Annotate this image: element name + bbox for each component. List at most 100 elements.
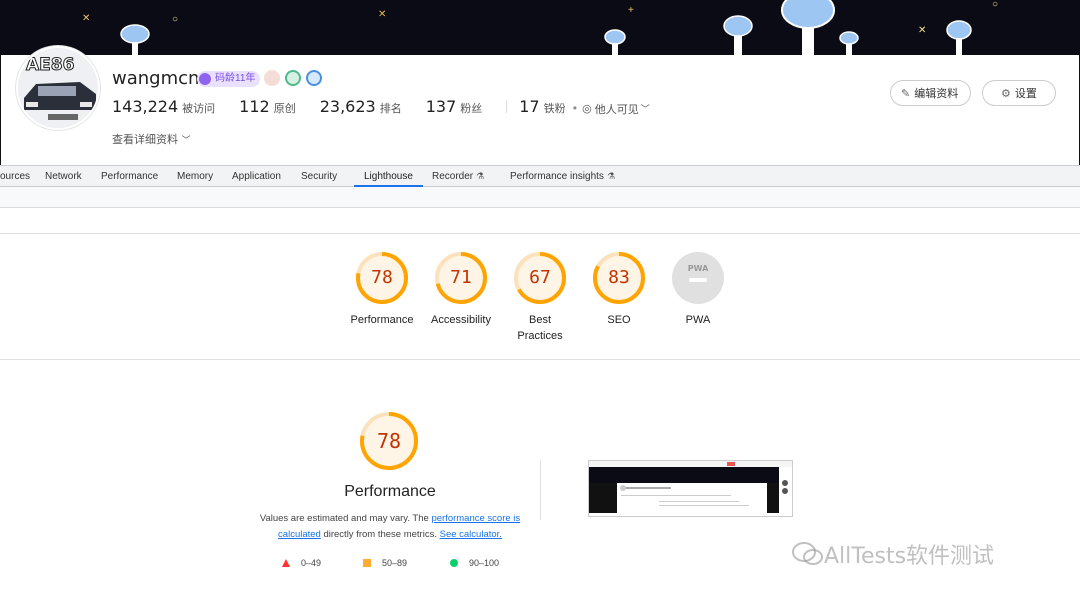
view-details-label: 查看详细资料 [112, 133, 178, 146]
gauge-label: SEO [607, 314, 631, 326]
legend-range: 0–49 [301, 558, 322, 568]
tab-memory[interactable]: Memory [177, 166, 213, 187]
stat-fans[interactable]: 137 粉丝 [426, 97, 483, 116]
visibility-selector[interactable]: • ◎ 他人可见 ﹀ [572, 101, 650, 117]
gauge-label-line: Best [528, 314, 551, 326]
legend-pass: 90–100 [449, 558, 499, 568]
gear-icon: ⚙ [1001, 86, 1011, 100]
stat-rank: 23,623 排名 [320, 97, 402, 116]
stat-visits: 143,224 被访问 [112, 97, 215, 116]
avatar-car-image: AE86 [18, 48, 98, 128]
watermark-text: AllTests软件测试 [824, 544, 995, 569]
stat-label: 铁粉 [543, 102, 566, 115]
star-decoration: + [628, 5, 634, 16]
tab-label: Recorder [432, 171, 474, 182]
avatar[interactable]: AE86 [16, 46, 100, 130]
tab-label: Network [45, 171, 82, 182]
tab-performance[interactable]: Performance [101, 166, 158, 187]
stat-value: 23,623 [319, 97, 376, 116]
note-text: Values are estimated and may vary. The [259, 513, 429, 524]
tab-label: ources [0, 171, 31, 182]
satellite-dish-icon [723, 15, 753, 56]
vertical-divider [540, 460, 541, 520]
performance-note: Values are estimated and may vary. The p… [250, 511, 530, 543]
divider [506, 100, 508, 114]
experiment-flask-icon: ⚗ [476, 171, 485, 181]
star-decoration: ○ [172, 14, 179, 25]
gauge-label: PWA [685, 314, 711, 326]
profile-card: AE86 wangmcn 码龄11年 143,224 被访问 112 原创 23… [0, 46, 1080, 165]
triangle-icon [282, 559, 290, 567]
page-screenshot-thumbnail[interactable] [588, 460, 793, 517]
satellite-dish-icon [946, 20, 972, 56]
star-decoration: ✕ [378, 9, 387, 20]
performance-gauge-large: 78 [359, 411, 419, 471]
certification-badge-icon[interactable] [285, 70, 301, 86]
legend-average: 50–89 [362, 558, 407, 568]
watermark: AllTests软件测试 [792, 538, 994, 570]
gauge-performance[interactable]: 78 [355, 251, 409, 305]
stat-value: 137 [425, 97, 457, 116]
chevron-down-icon: ﹀ [640, 105, 650, 115]
legend-fail: 0–49 [281, 558, 321, 568]
gauge-score: 71 [450, 267, 472, 288]
svg-text:AE86: AE86 [26, 55, 74, 75]
tab-network[interactable]: Network [45, 166, 82, 187]
gauge-label: Performance [350, 314, 414, 326]
star-decoration: ✕ [918, 25, 927, 36]
pwa-badge-icon: PWA [672, 252, 724, 304]
lighthouse-toolbar [0, 187, 1080, 208]
section-divider [0, 359, 1080, 360]
gauge-accessibility[interactable]: 71 [434, 251, 488, 305]
profile-banner: ✕ ○ ✕ + ✕ ○ [0, 0, 1080, 56]
tab-lighthouse[interactable]: Lighthouse [354, 166, 423, 187]
performance-title: Performance [344, 483, 436, 500]
gauge-label-line: Practices [517, 330, 563, 342]
gauge-score: 78 [371, 267, 393, 288]
tab-label: Security [301, 171, 338, 182]
gauge-seo[interactable]: 83 [592, 251, 646, 305]
gauge-score: 67 [529, 267, 551, 288]
stat-label: 原创 [273, 102, 296, 115]
profile-stats: 143,224 被访问 112 原创 23,623 排名 137 粉丝 17 铁… [112, 97, 650, 117]
tab-label: Memory [177, 171, 214, 182]
gauge-pwa[interactable]: PWA [671, 251, 725, 305]
stat-original[interactable]: 112 原创 [239, 97, 296, 116]
visibility-label: 他人可见 [594, 102, 639, 116]
legend-range: 50–89 [382, 558, 408, 568]
view-details-link[interactable]: 查看详细资料 ﹀ [112, 131, 191, 147]
circle-icon [450, 559, 458, 567]
svg-text:PWA: PWA [688, 264, 709, 273]
chevron-down-icon: ﹀ [181, 136, 191, 146]
stat-iron-fans[interactable]: 17 铁粉 [519, 97, 565, 116]
stat-label: 排名 [379, 102, 402, 115]
achievement-badge-icon[interactable] [264, 70, 280, 86]
tab-sources[interactable]: ources [0, 166, 30, 187]
settings-label: 设置 [1014, 87, 1037, 100]
note-text: directly from these metrics. [323, 529, 437, 540]
tab-performance-insights[interactable]: Performance insights ⚗ [510, 166, 615, 187]
gauge-label: Best Practices [495, 312, 585, 344]
tab-security[interactable]: Security [301, 166, 337, 187]
tab-label: Performance insights [510, 171, 604, 182]
bullet-separator: • [571, 102, 579, 115]
edit-icon: ✎ [901, 86, 911, 100]
edit-profile-button[interactable]: ✎ 编辑资料 [890, 80, 972, 106]
verified-badge-icon[interactable] [306, 70, 322, 86]
satellite-dish-icon [120, 24, 150, 56]
satellite-dish-icon [604, 29, 626, 56]
see-calculator-link[interactable]: See calculator. [440, 529, 502, 540]
screenshot-image [589, 461, 792, 513]
coding-age-badge[interactable]: 码龄11年 [197, 71, 261, 87]
tab-label: Application [232, 171, 281, 182]
gauge-score: 83 [608, 267, 630, 288]
gauge-best-practices[interactable]: 67 [513, 251, 567, 305]
satellite-dish-icon [839, 31, 859, 56]
tab-application[interactable]: Application [232, 166, 281, 187]
devtools-tab-bar: ources Network Performance Memory Applic… [0, 165, 1080, 187]
tab-label: Lighthouse [364, 171, 413, 182]
settings-button[interactable]: ⚙ 设置 [982, 80, 1056, 106]
stat-value: 112 [239, 97, 270, 116]
stat-label: 被访问 [182, 102, 216, 115]
tab-recorder[interactable]: Recorder ⚗ [432, 166, 484, 187]
